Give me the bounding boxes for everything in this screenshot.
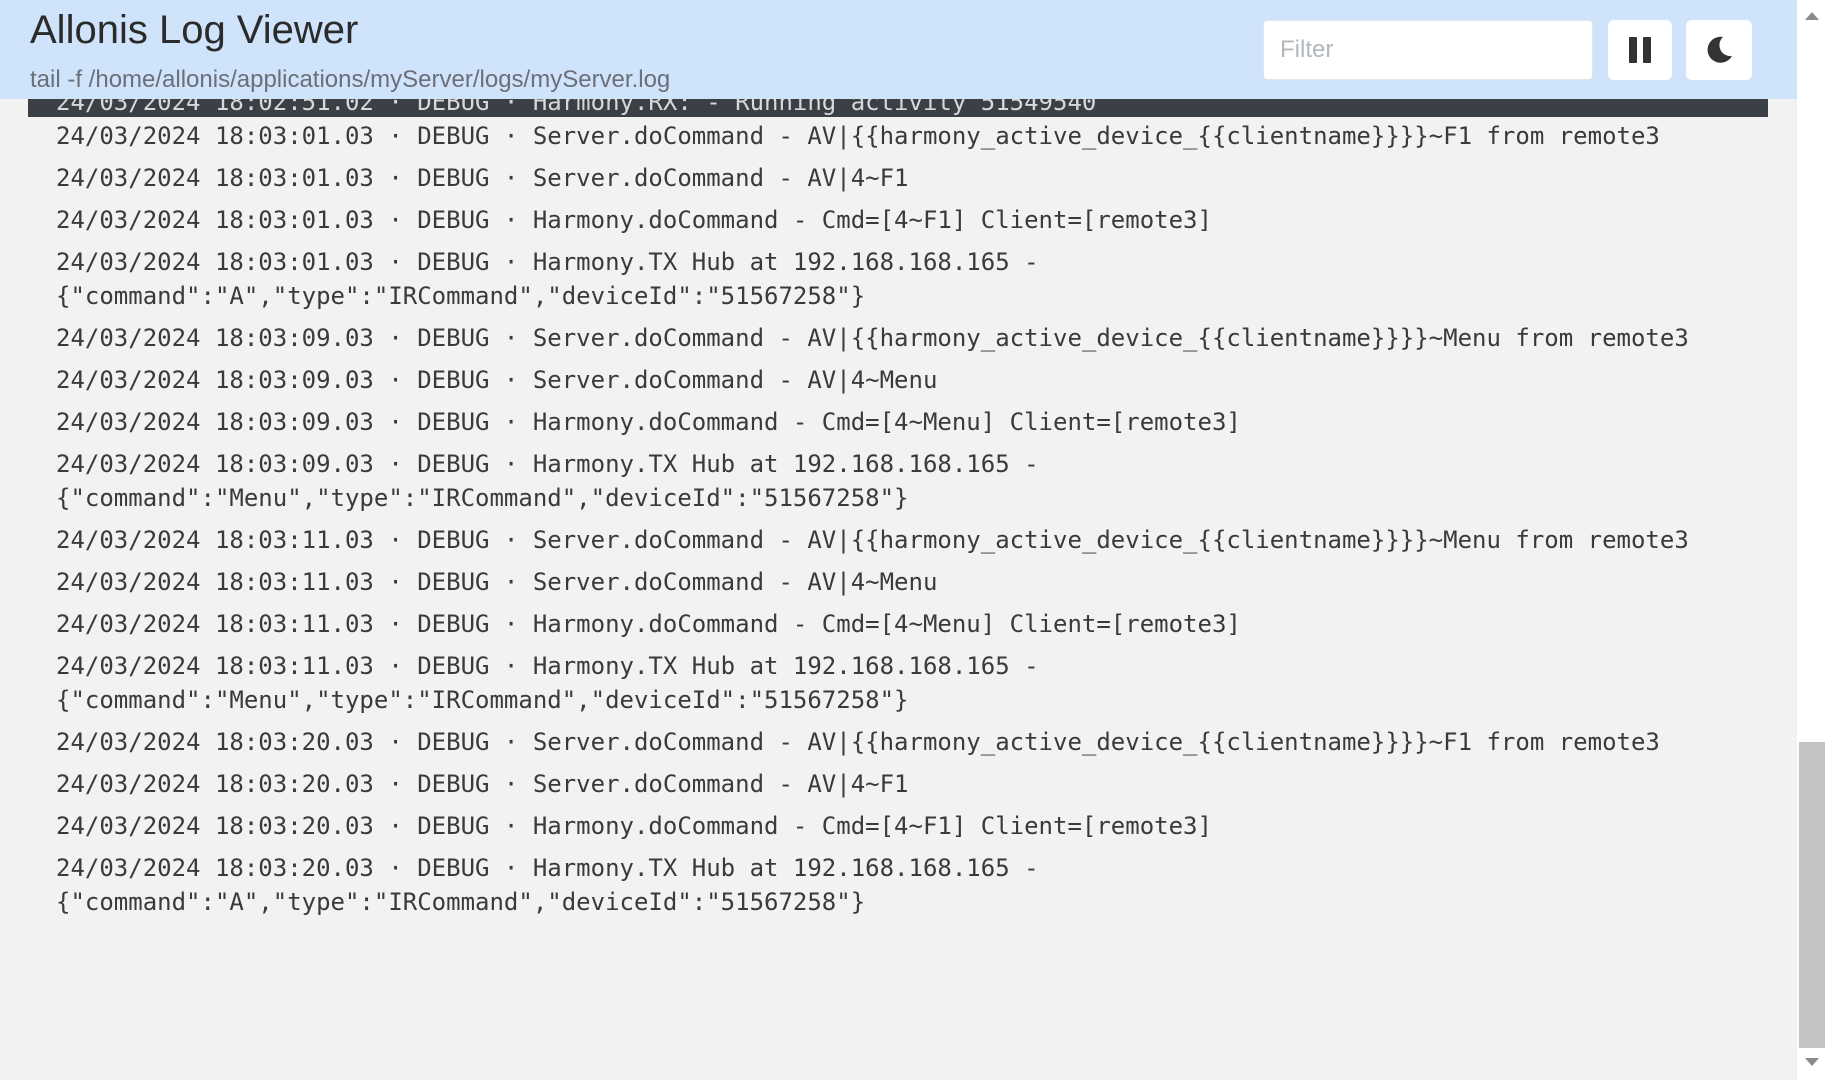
scroll-up-arrow-icon[interactable] bbox=[1805, 12, 1819, 20]
filter-input[interactable] bbox=[1263, 20, 1593, 80]
log-line: 24/03/2024 18:03:01.03 · DEBUG · Server.… bbox=[56, 164, 909, 192]
log-line: 24/03/2024 18:03:09.03 · DEBUG · Harmony… bbox=[56, 450, 1039, 512]
log-line: 24/03/2024 18:03:09.03 · DEBUG · Harmony… bbox=[56, 408, 1241, 436]
log-line: 24/03/2024 18:03:09.03 · DEBUG · Server.… bbox=[56, 366, 938, 394]
log-line: 24/03/2024 18:03:11.03 · DEBUG · Harmony… bbox=[56, 652, 1039, 714]
header-bar: Allonis Log Viewer tail -f /home/allonis… bbox=[0, 0, 1797, 99]
pause-button[interactable] bbox=[1608, 20, 1672, 80]
log-line-list: 24/03/2024 18:03:01.03 · DEBUG · Server.… bbox=[56, 119, 1746, 927]
app-title: Allonis Log Viewer bbox=[30, 8, 359, 52]
moon-icon bbox=[1707, 36, 1732, 63]
log-line: 24/03/2024 18:03:11.03 · DEBUG · Server.… bbox=[56, 568, 938, 596]
tail-command-subtitle: tail -f /home/allonis/applications/mySer… bbox=[30, 66, 671, 93]
log-line: 24/03/2024 18:03:01.03 · DEBUG · Harmony… bbox=[56, 206, 1212, 234]
log-line: 24/03/2024 18:03:11.03 · DEBUG · Harmony… bbox=[56, 610, 1241, 638]
log-line: 24/03/2024 18:03:20.03 · DEBUG · Server.… bbox=[56, 770, 909, 798]
log-output[interactable]: 24/03/2024 18:02:51.02 · DEBUG · Harmony… bbox=[28, 0, 1768, 1080]
log-line: 24/03/2024 18:03:20.03 · DEBUG · Harmony… bbox=[56, 854, 1039, 916]
log-line: 24/03/2024 18:03:20.03 · DEBUG · Harmony… bbox=[56, 812, 1212, 840]
log-line: 24/03/2024 18:03:20.03 · DEBUG · Server.… bbox=[56, 728, 1660, 756]
dark-mode-toggle-button[interactable] bbox=[1686, 20, 1752, 80]
log-line: 24/03/2024 18:03:11.03 · DEBUG · Server.… bbox=[56, 526, 1689, 554]
scroll-down-arrow-icon[interactable] bbox=[1805, 1058, 1819, 1066]
log-line: 24/03/2024 18:03:01.03 · DEBUG · Harmony… bbox=[56, 248, 1039, 310]
pause-icon bbox=[1629, 37, 1651, 63]
log-line: 24/03/2024 18:03:09.03 · DEBUG · Server.… bbox=[56, 324, 1689, 352]
vertical-scrollbar[interactable] bbox=[1797, 0, 1827, 1080]
log-viewer-window: Allonis Log Viewer tail -f /home/allonis… bbox=[0, 0, 1797, 1080]
scrollbar-thumb[interactable] bbox=[1799, 742, 1825, 1048]
log-line: 24/03/2024 18:03:01.03 · DEBUG · Server.… bbox=[56, 122, 1660, 150]
